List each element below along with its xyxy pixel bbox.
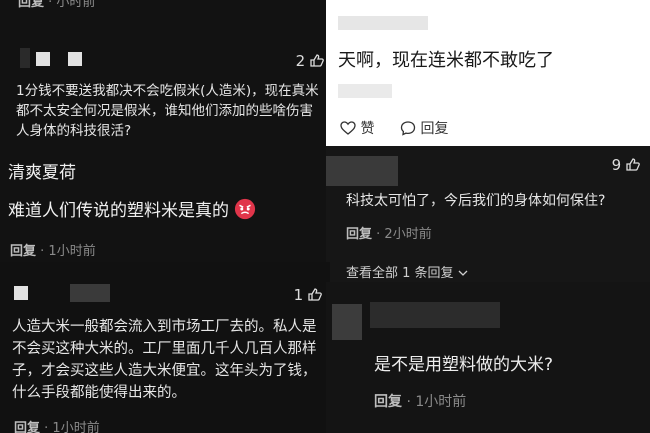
like-button[interactable]: 赞 [340, 118, 374, 138]
reply-link[interactable]: 回复 [346, 227, 372, 242]
username-redacted [20, 48, 30, 68]
comment-text: 天啊，现在连米都不敢吃了 [338, 50, 554, 71]
timestamp: · 2小时前 [376, 227, 432, 242]
panel-top-right: 天啊，现在连米都不敢吃了 赞 回复 [326, 0, 650, 146]
view-all-label: 查看全部 1 条回复 [346, 266, 454, 281]
comment-text-content: 难道人们传说的塑料米是真的 [8, 201, 229, 221]
timestamp: · 1小时前 [44, 421, 100, 433]
top-reply-meta: 回复 · 小时前 [18, 0, 95, 10]
comment-bubble-icon [400, 121, 416, 136]
thumb-up-icon [626, 158, 640, 171]
reply-link[interactable]: 回复 [374, 394, 402, 410]
reply-button[interactable]: 回复 [400, 118, 448, 138]
username-redacted [70, 284, 110, 302]
panel-bottom-left: 1 人造大米一般都会流入到市场工厂去的。私人是不会买这种大米的。工厂里面几千人几… [0, 262, 330, 433]
comment-meta: 回复 · 2小时前 [346, 223, 432, 242]
view-all-replies-link[interactable]: 查看全部 1 条回复 [346, 262, 468, 281]
comment-text: 人造大米一般都会流入到市场工厂去的。私人是不会买这种大米的。工厂里面几千人几百人… [12, 319, 317, 401]
thumb-up-icon [308, 288, 322, 301]
comment-text: 是不是用塑料做的大米? [374, 355, 554, 375]
reply-link[interactable]: 回复 [10, 244, 36, 259]
avatar-placeholder [14, 286, 28, 300]
panel-bottom-right: 是不是用塑料做的大米? 回复 · 1小时前 [326, 282, 650, 433]
panel-middle-right: 9 科技太可怕了，今后我们的身体如何保住? 回复 · 2小时前 查看全部 1 条… [326, 146, 650, 282]
chevron-down-icon [458, 270, 468, 276]
like-label: 赞 [360, 121, 375, 137]
avatar-redacted [326, 156, 398, 186]
reply-link[interactable]: 回复 [18, 0, 44, 10]
comment-username[interactable]: 清爽夏荷 [8, 158, 76, 183]
username-redacted [338, 16, 428, 30]
timestamp: · 1小时前 [406, 394, 467, 410]
comment-text: 1分钱不要送我都决不会吃假米(人造米)，现在真米都不太安全何况是假米，谁知他们添… [16, 83, 319, 139]
panel-top-left: 回复 · 小时前 2 1分钱不要送我都决不会吃假米(人造米)，现在真米都不太安全… [0, 0, 330, 262]
thumb-up-icon [310, 54, 324, 67]
comment-meta: 回复 · 1小时前 [10, 240, 96, 259]
avatar-placeholder [36, 52, 50, 66]
like-count-group[interactable]: 1 [294, 286, 322, 304]
comment-meta: 回复 · 1小时前 [374, 391, 466, 411]
username-redacted [370, 302, 500, 328]
timestamp-redacted [338, 84, 392, 98]
reply-label: 回复 [420, 121, 449, 137]
comment-text: 科技太可怕了，今后我们的身体如何保住? [346, 193, 606, 209]
comment-meta: 回复 · 1小时前 [14, 417, 100, 433]
like-count: 1 [293, 286, 304, 304]
timestamp: · 1小时前 [40, 244, 96, 259]
heart-icon [340, 121, 356, 135]
reply-link[interactable]: 回复 [14, 421, 40, 433]
like-count-group[interactable]: 2 [296, 52, 324, 70]
like-count-group[interactable]: 9 [612, 156, 640, 174]
avatar-redacted [332, 304, 362, 340]
angry-face-emoji [235, 198, 256, 220]
timestamp: · 小时前 [48, 0, 96, 10]
comment-text: 难道人们传说的塑料米是真的 [8, 196, 256, 221]
like-count: 2 [295, 52, 306, 70]
username-placeholder [68, 52, 82, 66]
like-count: 9 [611, 156, 622, 174]
